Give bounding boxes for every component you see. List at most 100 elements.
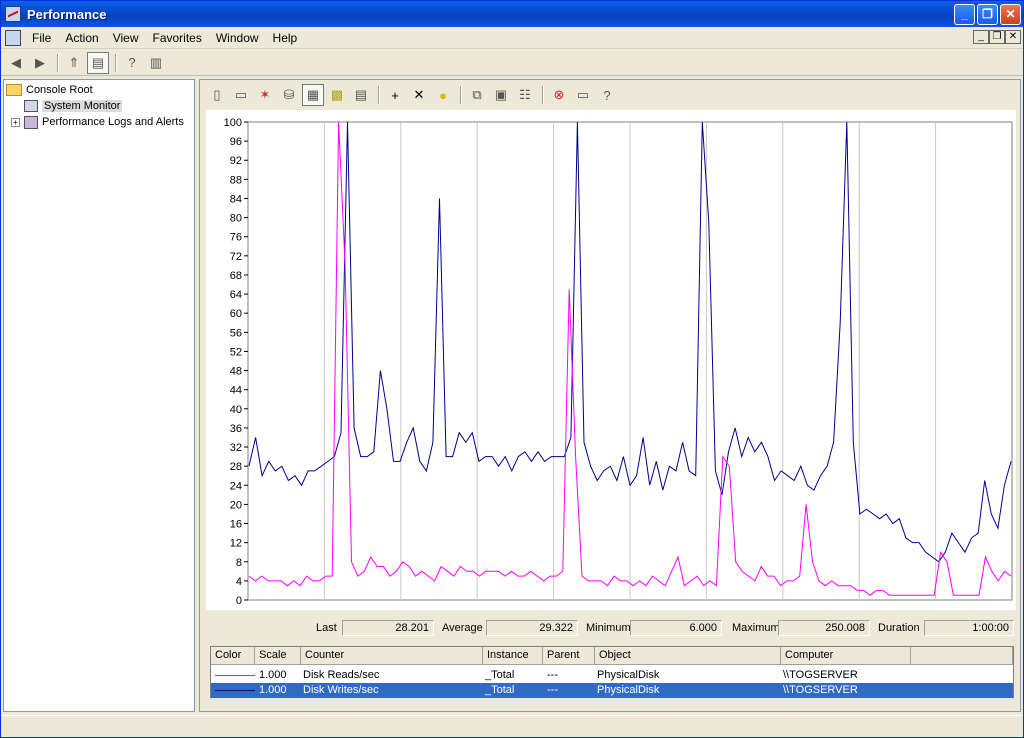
legend-header-parent[interactable]: Parent [543, 647, 595, 665]
freeze-display-icon[interactable]: ⊗ [548, 84, 570, 106]
folder-icon [6, 84, 22, 96]
minimize-button[interactable]: _ [954, 4, 975, 25]
view-graph-icon[interactable]: ▦ [302, 84, 324, 106]
up-folder-icon[interactable]: ⇑ [63, 52, 85, 74]
tree-item-system-monitor[interactable]: System Monitor [6, 98, 192, 114]
menu-window[interactable]: Window [209, 31, 266, 45]
legend-row-disk-writes[interactable]: 1.000 Disk Writes/sec _Total --- Physica… [211, 683, 1013, 698]
legend-color-swatch [215, 675, 255, 676]
tree-item-label: Performance Logs and Alerts [42, 116, 184, 128]
properties-icon[interactable]: ☷ [514, 84, 536, 106]
performance-graph[interactable]: 0481216202428323640444852566064687276808… [206, 110, 1016, 610]
legend-counter: Disk Writes/sec [303, 684, 379, 696]
average-value: 29.322 [486, 620, 578, 636]
system-monitor-toolbar: ▯ ▭ ✶ ⛁ ▦ ▩ ▤ + ✕ ● ⧉ ▣ ☷ ⊗ ▭ ? [206, 83, 620, 107]
legend-scale: 1.000 [259, 669, 287, 681]
y-tick-label: 56 [230, 327, 242, 339]
y-tick-label: 96 [230, 136, 242, 148]
legend-instance: _Total [485, 684, 515, 696]
y-tick-label: 8 [236, 557, 242, 569]
show-hide-tree-icon[interactable]: ▤ [87, 51, 109, 74]
update-data-icon[interactable]: ▭ [572, 84, 594, 106]
minimum-value: 6.000 [630, 620, 722, 636]
view-log-data-icon[interactable]: ⛁ [278, 84, 300, 106]
view-histogram-icon[interactable]: ▩ [326, 84, 348, 106]
mdi-restore-button[interactable]: ❐ [989, 30, 1005, 44]
counter-legend: Color Scale Counter Instance Parent Obje… [210, 646, 1014, 698]
copy-properties-icon[interactable]: ⧉ [466, 84, 488, 106]
menu-action[interactable]: Action [58, 31, 105, 45]
paste-counter-list-icon[interactable]: ▣ [490, 84, 512, 106]
menu-bar: File Action View Favorites Window Help [1, 27, 1023, 49]
menu-favorites[interactable]: Favorites [146, 31, 209, 45]
legend-header-object[interactable]: Object [595, 647, 781, 665]
expand-icon[interactable]: + [11, 117, 20, 127]
main-toolbar: ◀ ▶ ⇑ ▤ ? ▥ [1, 50, 1023, 76]
delete-counter-icon[interactable]: ✕ [408, 84, 430, 106]
current-activity-icon[interactable]: ✶ [254, 84, 276, 106]
y-tick-label: 20 [230, 499, 242, 511]
y-tick-label: 28 [230, 461, 242, 473]
new-counter-set-icon[interactable]: ▯ [206, 84, 228, 106]
legend-header-blank [911, 647, 1013, 665]
y-tick-label: 44 [230, 385, 242, 397]
add-counter-icon[interactable]: + [384, 84, 406, 106]
legend-color-swatch [215, 690, 255, 691]
toolbar-separator [57, 53, 59, 72]
status-bar [1, 715, 1023, 737]
forward-arrow-icon[interactable]: ▶ [29, 52, 51, 74]
close-button[interactable]: ✕ [1000, 4, 1021, 25]
y-tick-label: 16 [230, 519, 242, 531]
y-tick-label: 100 [224, 117, 242, 129]
system-monitor-icon [24, 100, 38, 112]
y-tick-label: 80 [230, 213, 242, 225]
legend-row-disk-reads[interactable]: 1.000 Disk Reads/sec _Total --- Physical… [211, 668, 1013, 683]
legend-header-scale[interactable]: Scale [255, 647, 301, 665]
system-monitor-pane: ▯ ▭ ✶ ⛁ ▦ ▩ ▤ + ✕ ● ⧉ ▣ ☷ ⊗ ▭ ? 0 4 8 12 16 2… [199, 79, 1021, 712]
tree-item-label: Console Root [26, 84, 93, 96]
tree-item-performance-logs[interactable]: + Performance Logs and Alerts [6, 114, 192, 130]
legend-object: PhysicalDisk [597, 669, 660, 681]
view-report-icon[interactable]: ▤ [350, 84, 372, 106]
y-tick-label: 88 [230, 174, 242, 186]
legend-header-counter[interactable]: Counter [301, 647, 483, 665]
last-value: 28.201 [342, 620, 434, 636]
y-tick-label: 12 [230, 538, 242, 550]
mdi-close-button[interactable]: ✕ [1005, 30, 1021, 44]
highlight-icon[interactable]: ● [432, 84, 454, 106]
mdi-minimize-button[interactable]: _ [973, 30, 989, 44]
toolbar-separator [460, 86, 462, 104]
help-icon[interactable]: ? [596, 84, 618, 106]
y-tick-label: 24 [230, 480, 242, 492]
legend-counter: Disk Reads/sec [303, 669, 380, 681]
tree-item-label: System Monitor [42, 100, 123, 112]
y-tick-label: 48 [230, 366, 242, 378]
menu-file[interactable]: File [25, 31, 58, 45]
legend-computer: \\TOGSERVER [783, 669, 858, 681]
duration-value: 1:00:00 [924, 620, 1014, 636]
help-icon[interactable]: ? [121, 52, 143, 74]
y-tick-label: 64 [230, 289, 242, 301]
title-bar[interactable]: Performance _ ❐ ✕ [1, 1, 1023, 27]
back-arrow-icon[interactable]: ◀ [5, 52, 27, 74]
y-tick-label: 72 [230, 251, 242, 263]
action-pane-icon[interactable]: ▥ [145, 52, 167, 74]
y-tick-label: 40 [230, 404, 242, 416]
tree-item-console-root[interactable]: Console Root [6, 82, 192, 98]
y-tick-label: 32 [230, 442, 242, 454]
menu-view[interactable]: View [106, 31, 146, 45]
legend-scale: 1.000 [259, 684, 287, 696]
legend-header-color[interactable]: Color [211, 647, 255, 665]
clear-display-icon[interactable]: ▭ [230, 84, 252, 106]
y-tick-label: 52 [230, 346, 242, 358]
maximum-label: Maximum [732, 622, 780, 634]
legend-header-instance[interactable]: Instance [483, 647, 543, 665]
maximize-button[interactable]: ❐ [977, 4, 998, 25]
performance-app-icon[interactable] [5, 6, 21, 22]
y-tick-label: 4 [236, 576, 242, 588]
y-tick-label: 76 [230, 232, 242, 244]
mdi-child-icon[interactable] [5, 29, 21, 46]
average-label: Average [442, 622, 483, 634]
legend-header-computer[interactable]: Computer [781, 647, 911, 665]
menu-help[interactable]: Help [266, 31, 305, 45]
